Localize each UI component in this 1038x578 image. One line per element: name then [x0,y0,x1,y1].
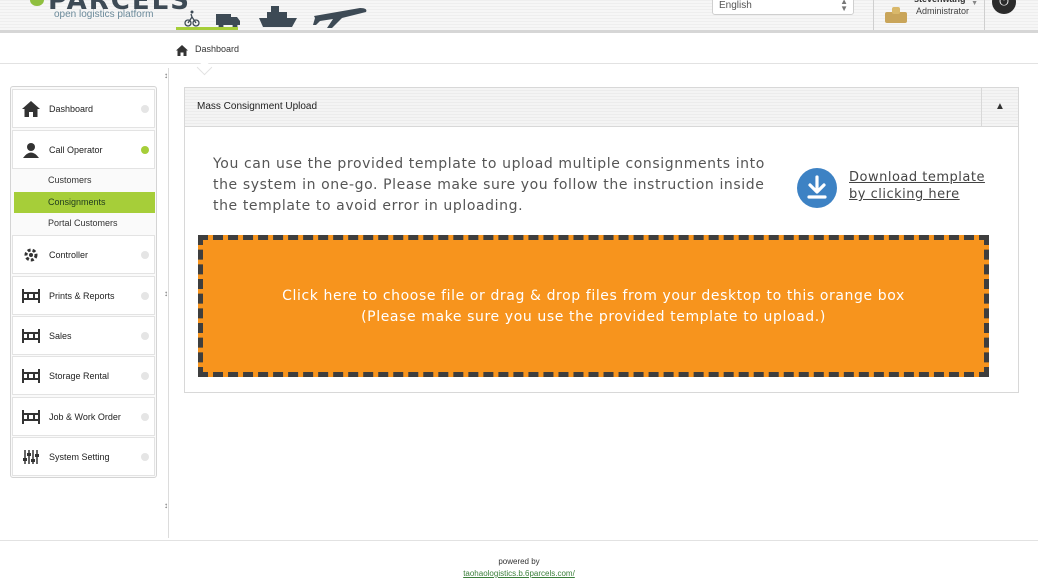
logo-icon [30,0,44,6]
resize-arrow-icon: ↕ [164,71,168,80]
sidebar-subitem-consignments[interactable]: Consignments [14,192,155,213]
transport-selected-indicator [176,27,238,30]
collapse-button[interactable]: ▲ [981,88,1018,126]
dropzone-hint: (Please make sure you use the provided t… [361,309,826,325]
status-dot [141,413,149,421]
home-icon [22,101,40,117]
download-link-line2: by clicking here [849,187,960,202]
panel-title: Mass Consignment Upload [197,101,318,112]
grid-icon [22,409,40,425]
footer: powered by taohaologistics.b.6parcels.co… [0,540,1038,578]
status-dot [141,251,149,259]
upload-instructions: You can use the provided template to upl… [213,156,765,214]
resize-arrow-icon: ↕ [164,289,168,298]
select-arrows-icon: ▲ ▼ [840,0,848,13]
file-dropzone[interactable]: Click here to choose file or drag & drop… [198,235,989,377]
dropzone-text: Click here to choose file or drag & drop… [282,288,905,304]
sidebar-item-storage-rental[interactable]: Storage Rental [12,356,155,395]
sidebar-item-call-operator[interactable]: Call Operator [12,130,155,169]
user-role: Administrator [916,6,970,16]
user-avatar-icon [884,6,908,29]
language-select-value: English [719,0,752,11]
top-header: PARCELS open logistics platform English … [0,0,1038,33]
resize-arrow-icon: ↕ [164,501,168,510]
status-dot [141,105,149,113]
sidebar-item-system-setting[interactable]: System Setting [12,437,155,476]
mass-upload-panel: Mass Consignment Upload ▲ You can use th… [184,87,1019,393]
user-menu[interactable]: stevenwang Administrator ▼ [873,0,985,30]
status-dot [141,332,149,340]
bicycle-icon[interactable] [184,0,200,30]
grid-icon [22,288,40,304]
sidebar-item-dashboard[interactable]: Dashboard [12,89,155,128]
sidebar-item-label: Dashboard [49,104,94,114]
sidebar-item-label: Job & Work Order [49,412,121,422]
home-icon[interactable] [176,43,188,61]
panel-header: Mass Consignment Upload ▲ [185,88,1018,127]
status-dot [141,453,149,461]
chevron-up-icon: ▲ [995,101,1005,112]
sidebar-resize-handle[interactable]: ↕ ↕ ↕ [164,68,169,538]
van-icon[interactable] [214,0,242,30]
sidebar-item-controller[interactable]: Controller [12,235,155,274]
sidebar-item-prints-reports[interactable]: Prints & Reports [12,276,155,315]
sidebar-item-label: Controller [49,250,89,260]
logo-tagline: open logistics platform [54,9,154,20]
breadcrumb: Dashboard [0,33,1038,76]
operator-icon [22,142,40,158]
sidebar-item-job-work-order[interactable]: Job & Work Order [12,397,155,436]
sidebar-item-label: Sales [49,331,72,341]
breadcrumb-dashboard[interactable]: Dashboard [195,44,239,54]
grid-icon [22,328,40,344]
footer-link[interactable]: taohaologistics.b.6parcels.com/ [0,569,1038,578]
ship-icon[interactable] [257,0,299,30]
status-dot [141,292,149,300]
power-icon[interactable]: ⏻ [992,0,1016,14]
sidebar: Dashboard Call Operator Customers Consig… [10,86,157,478]
sidebar-item-label: Prints & Reports [49,291,115,301]
sidebar-item-label: Storage Rental [49,371,110,381]
sidebar-subitem-customers[interactable]: Customers [14,170,155,191]
breadcrumb-pointer [196,59,213,76]
download-icon[interactable] [797,168,837,208]
language-select[interactable]: English ▲ ▼ [712,0,854,15]
status-dot [141,372,149,380]
sidebar-item-label: Call Operator [49,145,103,155]
gear-icon [22,247,40,263]
grid-icon [22,368,40,384]
download-template-link[interactable]: Download template by clicking here [849,169,989,203]
user-name: stevenwang [914,0,966,4]
chevron-down-icon: ▼ [971,0,978,7]
sidebar-item-sales[interactable]: Sales [12,316,155,355]
sidebar-subitem-portal-customers[interactable]: Portal Customers [14,213,155,234]
sliders-icon [22,449,40,465]
download-link-line1: Download template [849,170,985,185]
status-dot [141,146,149,154]
powered-by-text: powered by [498,557,540,566]
airplane-icon[interactable] [312,0,370,30]
sidebar-item-label: System Setting [49,452,110,462]
